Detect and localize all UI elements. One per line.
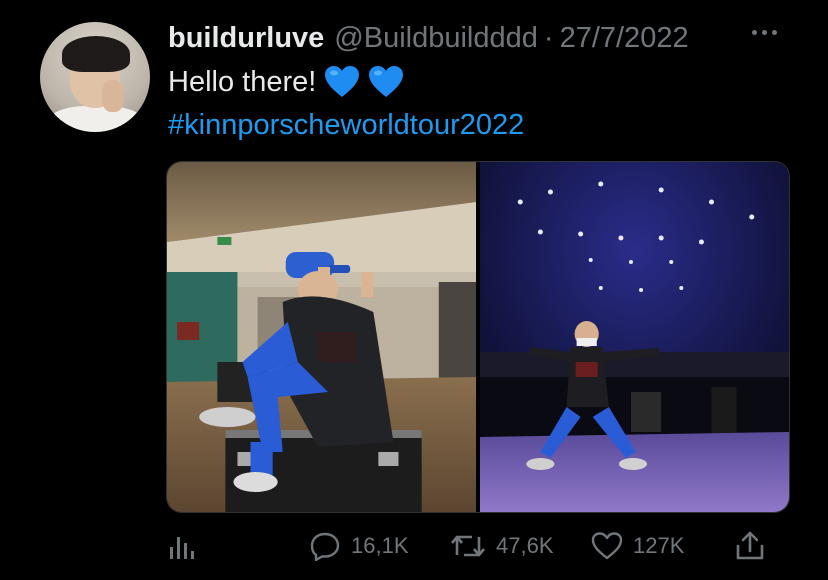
photo-person-jumping-icon [480, 162, 789, 512]
retweet-icon [451, 535, 485, 557]
retweet-button[interactable]: 47,6K [450, 528, 554, 564]
photo-person-sitting-icon [167, 162, 476, 512]
heart-icon [591, 532, 623, 560]
retweet-count: 47,6K [496, 533, 554, 558]
share-icon [736, 531, 764, 560]
avatar-hand [102, 80, 124, 112]
reply-count: 16,1K [351, 533, 409, 558]
blue-heart-icon [325, 66, 360, 97]
tweet-date[interactable]: 27/7/2022 [560, 22, 689, 55]
tweet-message: Hello there! [168, 66, 317, 98]
avatar[interactable] [40, 22, 150, 132]
photo-right[interactable] [480, 162, 789, 512]
analytics-icon [170, 537, 194, 559]
tweet[interactable]: buildurluve @Buildbuildddd · 27/7/2022 H… [0, 0, 828, 580]
tweet-header: buildurluve @Buildbuildddd · 27/7/2022 [168, 18, 689, 58]
user-handle[interactable]: @Buildbuildddd [334, 22, 538, 55]
reply-button[interactable]: 16,1K [309, 528, 409, 564]
action-bar: 16,1K 47,6K 127K [168, 528, 768, 564]
more-options-icon[interactable] [752, 30, 777, 35]
avatar-shirt [48, 106, 144, 132]
reply-icon [310, 532, 340, 561]
avatar-hair [62, 36, 130, 72]
display-name[interactable]: buildurluve [168, 22, 324, 55]
separator-dot: · [543, 21, 554, 54]
analytics-button[interactable] [168, 528, 196, 564]
hashtag-link[interactable]: #kinnporscheworldtour2022 [168, 105, 524, 145]
share-button[interactable] [735, 528, 765, 564]
like-button[interactable]: 127K [591, 528, 684, 564]
blue-heart-icon [369, 66, 404, 97]
tweet-text: Hello there! #kinnporscheworldtour2022 [168, 62, 524, 145]
like-count: 127K [633, 533, 685, 558]
photo-left[interactable] [167, 162, 476, 512]
media-grid [166, 161, 790, 513]
